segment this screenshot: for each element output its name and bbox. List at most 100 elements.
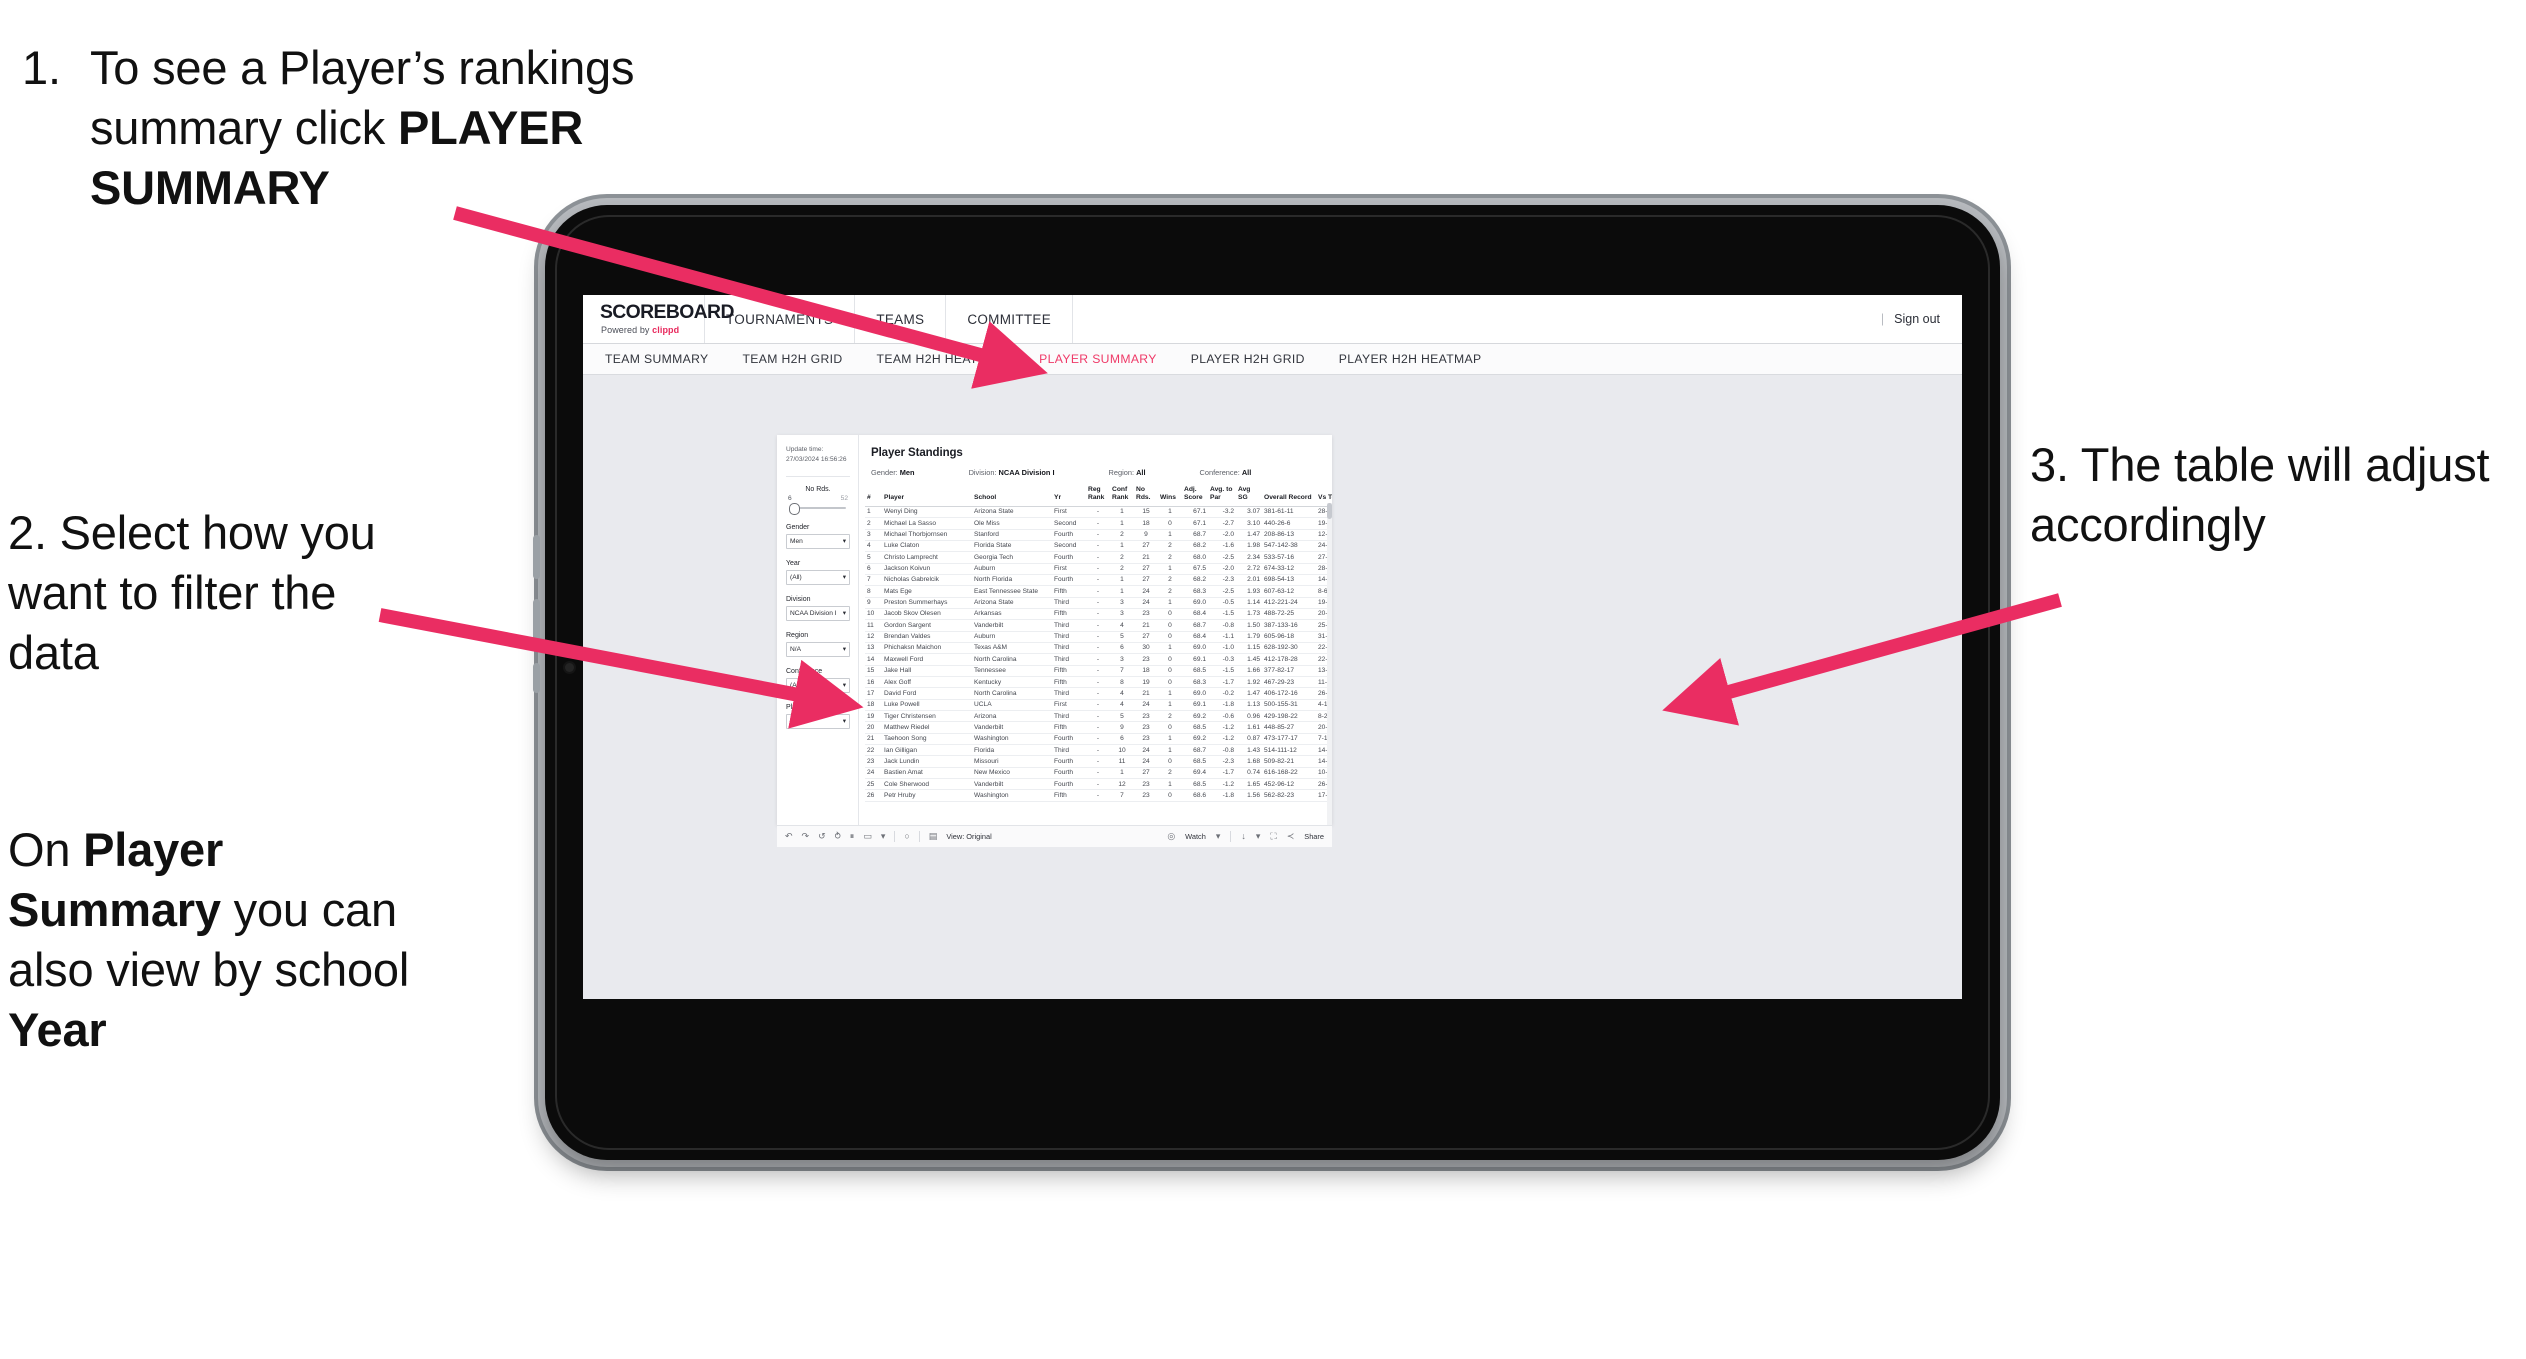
table-row[interactable]: 5 Christo Lamprecht Georgia Tech Fourth -2 21…: [865, 551, 1332, 564]
col-yr[interactable]: Yr: [1052, 485, 1086, 507]
table-row[interactable]: 14 Maxwell Ford North Carolina Third -3 23 0 69…: [865, 653, 1332, 666]
view-original-button[interactable]: View: Original: [946, 832, 991, 841]
filter-region[interactable]: Region N/A ▾: [786, 632, 850, 657]
filter-gender[interactable]: Gender Men ▾: [786, 524, 850, 549]
table-row[interactable]: 8 Mats Ege East Tennessee State Fifth -1 24 2 6…: [865, 585, 1332, 598]
table-row[interactable]: 23 Jack Lundin Missouri Fourth -11 24 0 68.5 -2.…: [865, 755, 1332, 768]
table-row[interactable]: 10 Jacob Skov Olesen Arkansas Fifth -3 23 0 68.…: [865, 608, 1332, 621]
cell-conf_rank: 1: [1110, 506, 1134, 519]
table-row[interactable]: 26 Petr Hruby Washington Fifth -7 23 0 68.6 -1.8…: [865, 789, 1332, 802]
filter-division-select[interactable]: NCAA Division I ▾: [786, 605, 850, 621]
table-row[interactable]: 9 Preston Summerhays Arizona State Third -3 2…: [865, 597, 1332, 609]
tab-team-summary[interactable]: TEAM SUMMARY: [605, 352, 709, 366]
redo-icon[interactable]: ↷: [802, 832, 810, 841]
table-row[interactable]: 11 Gordon Sargent Vanderbilt Third -4 21 0 68.7…: [865, 619, 1332, 632]
nav-item-teams[interactable]: TEAMS: [855, 295, 947, 343]
refresh-icon[interactable]: ⥁: [835, 832, 841, 841]
download-icon[interactable]: ↓: [1241, 832, 1246, 841]
cell-avg_sg: 1.45: [1236, 653, 1262, 666]
table-row[interactable]: 18 Luke Powell UCLA First -4 24 1 69.1 -1.8 1.13 5…: [865, 699, 1332, 712]
revert-icon[interactable]: ↺: [818, 832, 826, 841]
cell-reg_rank: -: [1086, 597, 1110, 609]
col-avg-to-par[interactable]: Avg. to Par: [1208, 485, 1236, 507]
table-row[interactable]: 19 Tiger Christensen Arizona Third -5 23 2 69.2…: [865, 710, 1332, 723]
col-conf-rank[interactable]: Conf Rank: [1110, 485, 1134, 507]
col-rank[interactable]: #: [865, 485, 882, 507]
history-icon[interactable]: ○: [904, 832, 909, 841]
layout-icon[interactable]: ▭: [863, 832, 872, 841]
cell-player: Matthew Riedel: [882, 721, 972, 734]
filter-player-select[interactable]: (All) ▾: [786, 713, 850, 729]
table-row[interactable]: 2 Michael La Sasso Ole Miss Second -1 18 0 67.1…: [865, 517, 1332, 530]
scrollbar-thumb[interactable]: [1327, 503, 1332, 519]
table-row[interactable]: 16 Alex Goff Kentucky Fifth -8 19 0 68.3 -1.7 1.9…: [865, 676, 1332, 689]
col-wins[interactable]: Wins: [1158, 485, 1182, 507]
tab-player-h2h-grid[interactable]: PLAYER H2H GRID: [1191, 352, 1305, 366]
cell-overall_record: 452-96-12: [1262, 778, 1316, 791]
table-row[interactable]: 25 Cole Sherwood Vanderbilt Fourth -12 23 1 68.…: [865, 778, 1332, 791]
share-button[interactable]: Share: [1304, 832, 1324, 841]
undo-icon[interactable]: ↶: [785, 832, 793, 841]
table-row[interactable]: 6 Jackson Koivun Auburn First -2 27 1 67.5 -2.0 2…: [865, 563, 1332, 575]
col-avg-sg[interactable]: Avg SG: [1236, 485, 1262, 507]
cell-no_rds: 24: [1134, 585, 1158, 598]
layout-chevron-down-icon[interactable]: ▾: [881, 832, 886, 841]
table-row[interactable]: 7 Nicholas Gabrelcik North Florida Fourth -1…: [865, 574, 1332, 587]
scoreboard-logo[interactable]: SCOREBOARD Powered by clippd: [583, 295, 734, 343]
cell-avg_to_par: -2.3: [1208, 755, 1236, 768]
filter-no-rounds[interactable]: No Rds. 6 52: [786, 486, 850, 515]
table-row[interactable]: 4 Luke Claton Florida State Second -1 27 2 68.2…: [865, 540, 1332, 553]
watch-button[interactable]: Watch: [1185, 832, 1206, 841]
tab-team-h2h-grid[interactable]: TEAM H2H GRID: [743, 352, 843, 366]
cell-player: David Ford: [882, 687, 972, 700]
col-adj-score[interactable]: Adj. Score: [1182, 485, 1208, 507]
pause-auto-updates-icon[interactable]: ⏸: [850, 832, 855, 841]
table-row[interactable]: 21 Taehoon Song Washington Fourth -6 23 1 69.2-…: [865, 733, 1332, 746]
tab-player-h2h-heatmap[interactable]: PLAYER H2H HEATMAP: [1339, 352, 1482, 366]
table-row[interactable]: 3 Michael Thorbjornsen Stanford Fourth -2 9 1 6…: [865, 529, 1332, 541]
col-overall-record[interactable]: Overall Record: [1262, 485, 1316, 507]
cell-conf_rank: 12: [1110, 778, 1134, 791]
cell-no_rds: 27: [1134, 563, 1158, 575]
table-row[interactable]: 1 Wenyi Ding Arizona State First -1 15 1 67.1 -3…: [865, 506, 1332, 519]
nav-item-committee[interactable]: COMMITTEE: [946, 295, 1074, 343]
col-reg-rank[interactable]: Reg Rank: [1086, 485, 1110, 507]
table-row[interactable]: 24 Bastien Amat New Mexico Fourth -1 27 2 69.4-…: [865, 767, 1332, 780]
col-no-rds[interactable]: No Rds.: [1134, 485, 1158, 507]
filter-year-select[interactable]: (All) ▾: [786, 569, 850, 585]
filter-region-select[interactable]: N/A ▾: [786, 641, 850, 657]
download-chevron-down-icon[interactable]: ▾: [1256, 832, 1261, 841]
table-row[interactable]: 22 Ian Gilligan Florida Third -10 24 1 68.7 -0.8…: [865, 744, 1332, 757]
table-row[interactable]: 20 Matthew Riedel Vanderbilt Fifth -9 23 0 68.5…: [865, 721, 1332, 734]
cell-avg_sg: 2.01: [1236, 574, 1262, 587]
table-scrollbar[interactable]: [1327, 503, 1332, 825]
filter-gender-select[interactable]: Men ▾: [786, 533, 850, 549]
filter-conference-select[interactable]: (All) ▾: [786, 677, 850, 693]
watch-chevron-down-icon[interactable]: ▾: [1216, 832, 1221, 841]
slider-handle[interactable]: [789, 502, 800, 515]
sign-out-link[interactable]: Sign out: [1894, 312, 1940, 326]
cell-conf_rank: 7: [1110, 789, 1134, 802]
share-icon[interactable]: ≺: [1287, 832, 1295, 841]
col-player[interactable]: Player: [882, 485, 972, 507]
table-row[interactable]: 17 David Ford North Carolina Third -4 21 1 69.0…: [865, 687, 1332, 700]
fullscreen-icon[interactable]: ⛶: [1270, 832, 1276, 841]
col-school[interactable]: School: [972, 485, 1052, 507]
cell-no_rds: 21: [1134, 551, 1158, 564]
no-rounds-slider[interactable]: [786, 502, 850, 515]
cell-school: Auburn: [972, 563, 1052, 575]
cell-avg_sg: 1.93: [1236, 585, 1262, 598]
filter-division[interactable]: Division NCAA Division I ▾: [786, 596, 850, 621]
tab-player-summary[interactable]: PLAYER SUMMARY: [1039, 352, 1157, 366]
table-row[interactable]: 15 Jake Hall Tennessee Fifth -7 18 0 68.5 -1.5 1.…: [865, 665, 1332, 677]
cell-conf_rank: 2: [1110, 551, 1134, 564]
cell-overall_record: 628-192-30: [1262, 642, 1316, 655]
tab-team-h2h-heatmap[interactable]: TEAM H2H HEATMAP: [877, 352, 1006, 366]
table-row[interactable]: 13 Phichaksn Maichon Texas A&M Third -6 30 1 69…: [865, 642, 1332, 655]
cell-player: Preston Summerhays: [882, 597, 972, 609]
table-row[interactable]: 12 Brendan Valdes Auburn Third -5 27 0 68.4 -1.1…: [865, 631, 1332, 643]
brand-clippd: clippd: [652, 325, 680, 335]
filter-player[interactable]: Player (All) ▾: [786, 704, 850, 729]
filter-conference[interactable]: Conference (All) ▾: [786, 668, 850, 693]
filter-year[interactable]: Year (All) ▾: [786, 560, 850, 585]
